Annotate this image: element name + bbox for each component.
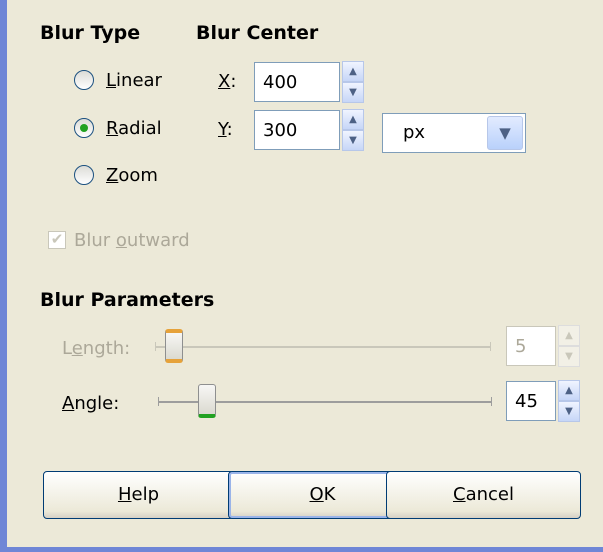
radio-linear-indicator[interactable] — [74, 70, 94, 90]
angle-label: Angle: — [62, 393, 120, 414]
center-y-increment-icon[interactable]: ▲ — [342, 109, 364, 130]
angle-slider-tick — [158, 397, 159, 406]
length-spinner: ▲ ▼ — [558, 325, 580, 367]
center-x-label: X: — [218, 71, 237, 92]
angle-increment-icon[interactable]: ▲ — [558, 380, 580, 401]
blur-type-heading: Blur Type — [40, 22, 141, 44]
center-x-increment-icon[interactable]: ▲ — [342, 61, 364, 82]
length-slider-thumb — [165, 329, 183, 363]
center-x-input[interactable] — [254, 62, 340, 102]
unit-select[interactable]: px ▼ — [382, 113, 526, 153]
length-label: Length: — [62, 338, 131, 359]
angle-spinner[interactable]: ▲ ▼ — [558, 380, 580, 422]
length-increment-icon: ▲ — [558, 325, 580, 346]
radio-radial-label[interactable]: Radial — [106, 118, 162, 139]
blur-outward-checkbox: ✔ — [48, 231, 66, 249]
length-slider-tick — [155, 342, 156, 351]
blur-parameters-heading: Blur Parameters — [40, 289, 215, 311]
help-button[interactable]: Help — [43, 471, 234, 519]
length-slider-track — [155, 346, 491, 348]
center-y-label: Y: — [218, 119, 233, 140]
blur-center-heading: Blur Center — [196, 22, 319, 44]
window-frame-left — [0, 0, 7, 552]
length-decrement-icon: ▼ — [558, 346, 580, 367]
angle-slider-tick-end — [491, 397, 492, 406]
window-frame-bottom — [0, 547, 603, 552]
angle-input[interactable] — [506, 381, 556, 421]
unit-select-value: px — [403, 122, 426, 143]
blur-outward-label: Blur outward — [74, 230, 190, 251]
length-input — [506, 326, 556, 366]
angle-decrement-icon[interactable]: ▼ — [558, 401, 580, 422]
center-y-decrement-icon[interactable]: ▼ — [342, 130, 364, 151]
radio-zoom-label[interactable]: Zoom — [106, 165, 158, 186]
center-x-decrement-icon[interactable]: ▼ — [342, 82, 364, 103]
length-slider-tick-end — [490, 342, 491, 351]
chevron-down-icon[interactable]: ▼ — [487, 116, 523, 150]
radio-radial-indicator[interactable] — [74, 118, 94, 138]
center-y-input[interactable] — [254, 110, 340, 150]
angle-slider-thumb[interactable] — [198, 384, 216, 418]
radio-linear-label[interactable]: Linear — [106, 70, 162, 91]
cancel-button[interactable]: Cancel — [386, 471, 581, 519]
radio-zoom-indicator[interactable] — [74, 165, 94, 185]
center-x-spinner[interactable]: ▲ ▼ — [342, 61, 364, 103]
center-y-spinner[interactable]: ▲ ▼ — [342, 109, 364, 151]
